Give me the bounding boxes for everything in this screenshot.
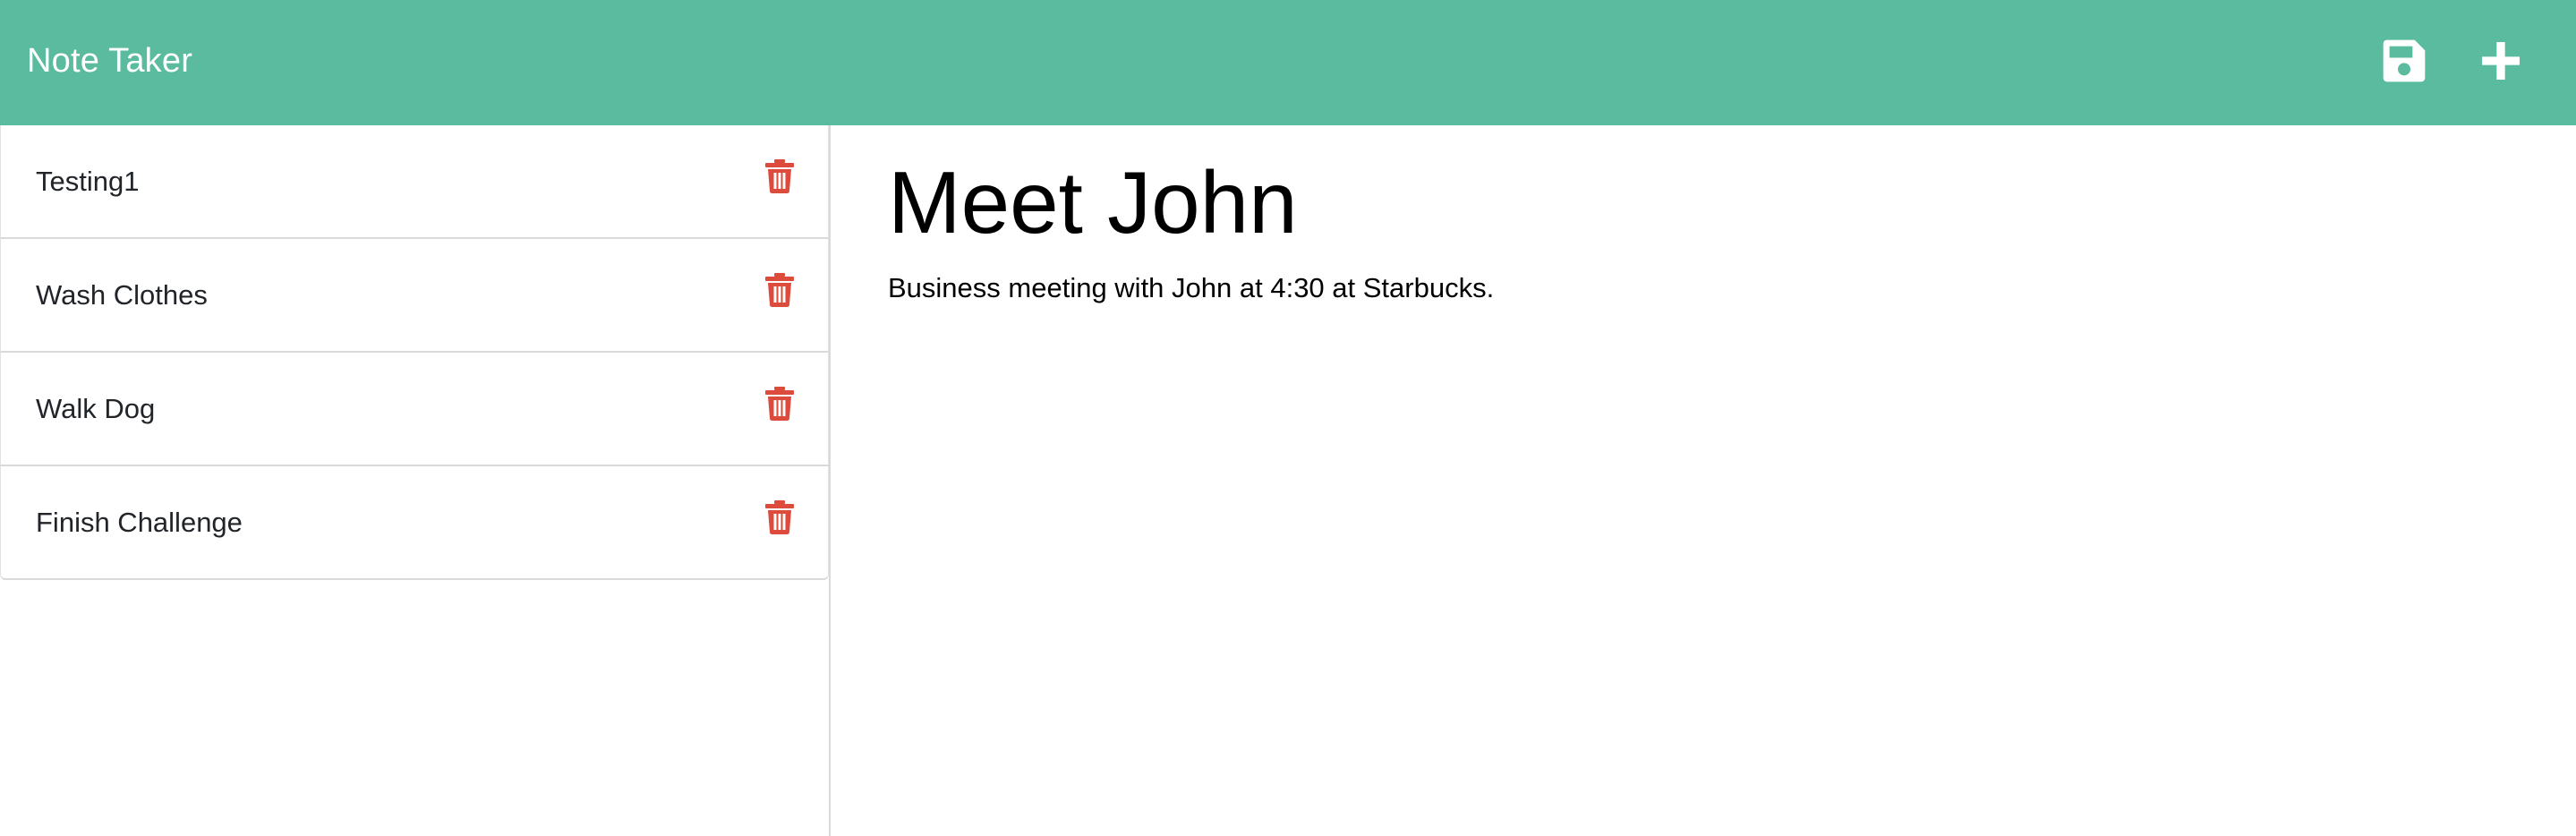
delete-note-button[interactable] [765, 159, 794, 193]
trash-icon [765, 159, 794, 193]
list-item[interactable]: Testing1 [0, 125, 829, 239]
plus-icon [2482, 42, 2520, 80]
trash-icon [765, 273, 794, 307]
trash-icon [765, 500, 794, 534]
note-title-field[interactable]: Meet John [888, 149, 1298, 256]
note-title: Testing1 [36, 166, 140, 197]
new-note-button[interactable] [2476, 36, 2526, 86]
note-title: Walk Dog [36, 393, 156, 424]
save-note-button[interactable] [2379, 36, 2429, 86]
note-editor: Meet John Business meeting with John at … [832, 125, 2576, 836]
app-title[interactable]: Note Taker [27, 38, 192, 83]
list-item[interactable]: Finish Challenge [0, 466, 829, 580]
note-title: Wash Clothes [36, 279, 208, 311]
list-item[interactable]: Walk Dog [0, 353, 829, 466]
delete-note-button[interactable] [765, 273, 794, 307]
note-text-field[interactable]: Business meeting with John at 4:30 at St… [888, 261, 1494, 315]
list-item[interactable]: Wash Clothes [0, 239, 829, 353]
delete-note-button[interactable] [765, 387, 794, 421]
delete-note-button[interactable] [765, 500, 794, 534]
note-list-sidebar: Testing1 Wash Clothes Walk Dog Finish Ch… [0, 125, 831, 836]
floppy-disk-icon [2383, 39, 2426, 82]
note-list: Testing1 Wash Clothes Walk Dog Finish Ch… [0, 125, 829, 580]
trash-icon [765, 387, 794, 421]
note-title: Finish Challenge [36, 507, 243, 538]
navbar: Note Taker [0, 0, 2576, 125]
